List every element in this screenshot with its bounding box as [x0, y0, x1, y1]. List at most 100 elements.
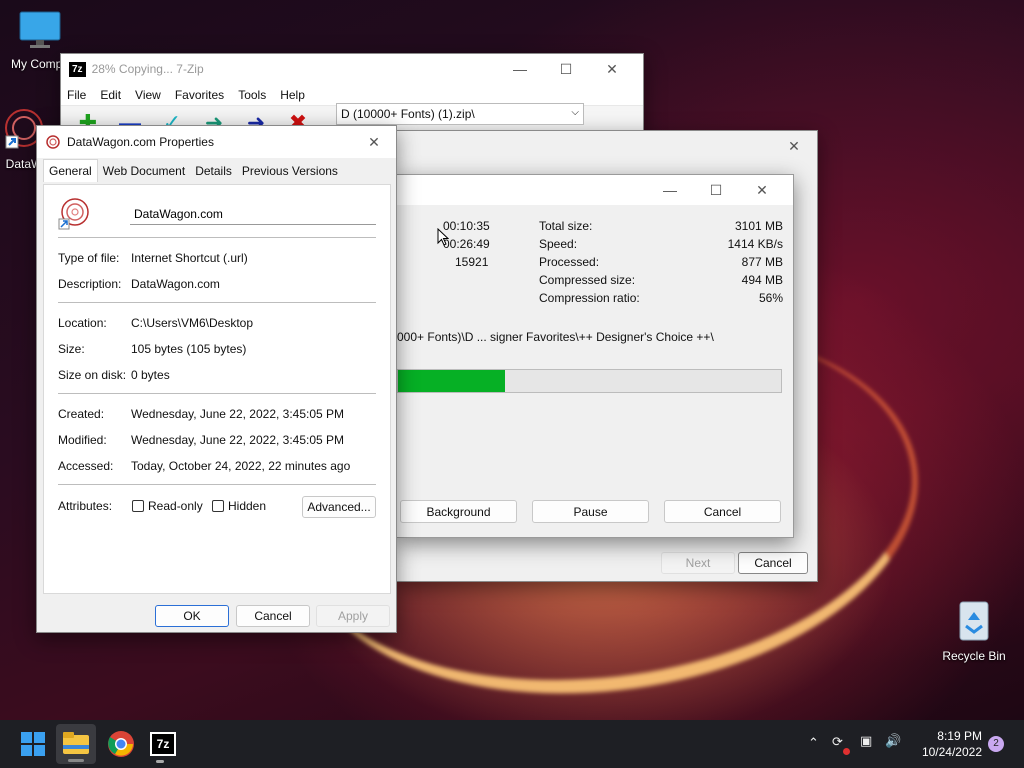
file-name-field[interactable] — [130, 203, 376, 225]
desktop-icon-recycle-bin[interactable]: Recycle Bin — [934, 598, 1014, 663]
menu-view[interactable]: View — [135, 88, 161, 102]
properties-titlebar[interactable]: DataWagon.com Properties ✕ — [37, 126, 396, 158]
recycle-bin-icon — [959, 601, 989, 641]
path-address-bar[interactable]: D (10000+ Fonts) (1).zip\ ⌵ — [336, 103, 584, 125]
file-count: 15921 — [455, 255, 489, 269]
hidden-checkbox[interactable]: Hidden — [212, 499, 266, 513]
maximize-button[interactable]: ☐ — [543, 54, 589, 84]
size-on-disk-label: Size on disk: — [58, 368, 127, 382]
hidden-label: Hidden — [228, 499, 267, 513]
description-value: DataWagon.com — [131, 277, 220, 291]
chrome-icon[interactable] — [106, 729, 136, 759]
accessed-row: Accessed: Today, October 24, 2022, 22 mi… — [58, 459, 350, 473]
tab-details[interactable]: Details — [190, 160, 237, 182]
close-button[interactable]: ✕ — [771, 131, 817, 161]
minimize-button[interactable]: — — [647, 175, 693, 205]
menu-favorites[interactable]: Favorites — [175, 88, 224, 102]
tab-previous-versions[interactable]: Previous Versions — [237, 160, 343, 182]
accessed-label: Accessed: — [58, 459, 114, 473]
next-button[interactable]: Next — [661, 552, 735, 574]
menu-file[interactable]: File — [67, 88, 86, 102]
web-shortcut-icon — [58, 198, 89, 230]
running-indicator — [156, 760, 164, 763]
7zip-app-icon: 7z — [69, 61, 86, 77]
progress-titlebar[interactable]: — ☐ ✕ — [397, 175, 793, 205]
modified-label: Modified: — [58, 433, 107, 447]
compressed-size-value: 494 MB — [741, 273, 783, 287]
ok-button[interactable]: OK — [155, 605, 229, 627]
attributes-row: Attributes: — [58, 499, 131, 513]
cancel-button[interactable]: Cancel — [236, 605, 310, 627]
checkbox-box[interactable] — [132, 500, 144, 512]
network-icon[interactable]: ▣ — [860, 733, 872, 749]
created-row: Created: Wednesday, June 22, 2022, 3:45:… — [58, 407, 344, 421]
speed-label: Speed: — [539, 237, 578, 251]
type-label: Type of file: — [58, 251, 120, 265]
advanced-button[interactable]: Advanced... — [302, 496, 376, 518]
clock-time: 8:19 PM — [937, 729, 982, 743]
compression-ratio-value: 56% — [758, 291, 783, 305]
clock-date: 10/24/2022 — [921, 745, 982, 759]
menu-help[interactable]: Help — [280, 88, 305, 102]
maximize-button[interactable]: ☐ — [693, 175, 739, 205]
wizard-cancel-button[interactable]: Cancel — [738, 552, 808, 574]
zip-titlebar[interactable]: 7z 28% Copying... 7-Zip — ☐ ✕ — [61, 54, 643, 84]
remaining-time: 00:26:49 — [443, 237, 490, 251]
windows-start-icon[interactable] — [18, 729, 48, 759]
notification-badge[interactable]: 2 — [988, 736, 1004, 752]
volume-icon[interactable]: 🔊 — [885, 733, 901, 749]
clock[interactable]: 8:19 PM 10/24/2022 — [910, 728, 982, 760]
apply-button[interactable]: Apply — [316, 605, 390, 627]
window-title: 28% Copying... 7-Zip — [91, 62, 204, 76]
elapsed-time: 00:10:35 — [443, 219, 490, 233]
modified-value: Wednesday, June 22, 2022, 3:45:05 PM — [131, 433, 345, 447]
checkbox-box[interactable] — [212, 500, 224, 512]
path-text: D (10000+ Fonts) (1).zip\ — [341, 107, 475, 121]
chevron-up-icon[interactable]: ⌃ — [808, 735, 819, 751]
type-row: Type of file: Internet Shortcut (.url) — [58, 251, 248, 265]
compression-ratio-label: Compression ratio: — [539, 291, 640, 305]
divider — [58, 484, 376, 485]
size-on-disk-row: Size on disk: 0 bytes — [58, 368, 170, 382]
close-button[interactable]: ✕ — [739, 175, 785, 205]
read-only-checkbox[interactable]: Read-only — [132, 499, 203, 513]
cancel-button[interactable]: Cancel — [664, 500, 781, 523]
close-button[interactable]: ✕ — [360, 127, 388, 157]
taskbar-7zip-button[interactable]: 7z — [150, 732, 176, 756]
divider — [58, 302, 376, 303]
chevron-down-icon[interactable]: ⌵ — [571, 107, 579, 118]
description-label: Description: — [58, 277, 122, 291]
divider — [58, 237, 376, 238]
accessed-value: Today, October 24, 2022, 22 minutes ago — [131, 459, 351, 473]
close-button[interactable]: ✕ — [589, 54, 635, 84]
7zip-app-icon: 7z — [152, 734, 174, 754]
copying-progress-window: — ☐ ✕ 00:10:35 00:26:49 15921 Total size… — [396, 174, 794, 538]
description-row: Description: DataWagon.com — [58, 277, 220, 291]
menu-tools[interactable]: Tools — [238, 88, 266, 102]
progress-bar — [397, 369, 782, 393]
speed-value: 1414 KB/s — [727, 237, 783, 251]
total-size-label: Total size: — [539, 219, 593, 233]
running-indicator — [68, 759, 84, 762]
taskbar-explorer-button[interactable] — [56, 724, 96, 764]
desktop-icon-label: Recycle Bin — [942, 649, 1006, 663]
processed-value: 877 MB — [741, 255, 783, 269]
pause-button[interactable]: Pause — [532, 500, 649, 523]
error-badge — [843, 748, 850, 755]
total-size-value: 3101 MB — [734, 219, 783, 233]
properties-dialog: DataWagon.com Properties ✕ General Web D… — [36, 125, 397, 633]
menu-edit[interactable]: Edit — [100, 88, 121, 102]
location-row: Location: C:\Users\VM6\Desktop — [58, 316, 253, 330]
tab-web-document[interactable]: Web Document — [98, 160, 190, 182]
minimize-button[interactable]: — — [497, 54, 543, 84]
type-value: Internet Shortcut (.url) — [131, 251, 248, 265]
created-label: Created: — [58, 407, 105, 421]
location-label: Location: — [58, 316, 107, 330]
size-value: 105 bytes (105 bytes) — [131, 342, 247, 356]
progress-bar-fill — [398, 370, 506, 392]
tab-general[interactable]: General — [43, 159, 98, 182]
size-on-disk-value: 0 bytes — [131, 368, 170, 382]
background-button[interactable]: Background — [400, 500, 517, 523]
sync-icon[interactable]: ⟳ — [832, 734, 843, 750]
modified-row: Modified: Wednesday, June 22, 2022, 3:45… — [58, 433, 344, 447]
